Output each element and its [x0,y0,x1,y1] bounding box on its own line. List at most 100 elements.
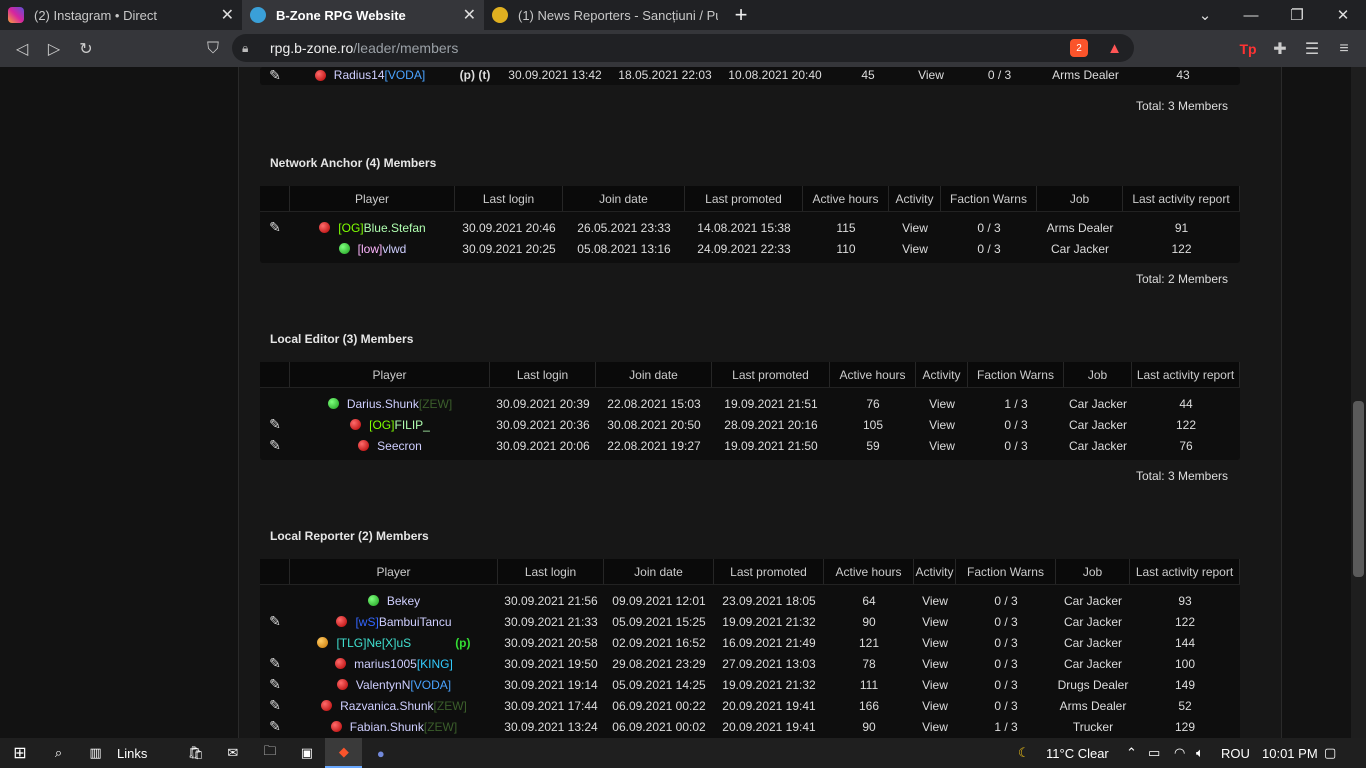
header-job[interactable]: Job [1056,559,1130,584]
header-last-activity-report[interactable]: Last activity report [1130,559,1240,584]
activity-view-link[interactable]: View [916,418,968,432]
tab-search-icon[interactable]: ⌄ [1182,0,1228,30]
edit-icon[interactable]: ✎ [260,437,290,454]
playlist-icon[interactable]: ☰ [1296,33,1328,65]
clock[interactable]: 10:01 PM [1262,746,1318,761]
tab-instagram[interactable]: (2) Instagram • Direct ✕ [0,0,242,30]
player-name[interactable]: Blue.Stefan [364,221,426,235]
header-faction-warns[interactable]: Faction Warns [956,559,1056,584]
header-faction-warns[interactable]: Faction Warns [941,186,1037,211]
reload-icon[interactable]: ↻ [70,33,102,65]
activity-view-link[interactable]: View [914,720,956,734]
close-icon[interactable]: ✕ [463,5,476,25]
links-toolbar[interactable]: Links [117,746,147,761]
player-name[interactable]: FILIP_ [394,418,429,432]
language-indicator[interactable]: ROU [1221,746,1250,761]
extensions-icon[interactable]: ✚ [1264,33,1296,65]
header-job[interactable]: Job [1064,362,1132,387]
player-name[interactable]: Seecron [377,439,422,453]
player-name[interactable]: Razvanica.Shunk [340,699,433,713]
close-window-icon[interactable]: ✕ [1320,0,1366,30]
extension-tp-icon[interactable]: Tp [1232,33,1264,65]
discord-icon[interactable]: ● [362,738,399,768]
edit-icon[interactable]: ✎ [260,655,290,672]
scroll-thumb[interactable] [1353,401,1364,577]
volume-icon[interactable]: 🔈︎ [1196,745,1204,761]
header-join-date[interactable]: Join date [604,559,714,584]
brave-rewards-icon[interactable]: ▲ [1107,40,1122,57]
store-icon[interactable]: 🛍︎ [177,738,214,768]
activity-view-link[interactable]: View [889,242,941,256]
tray-chevron-icon[interactable]: ⌃ [1126,745,1137,761]
player-name[interactable]: Darius.Shunk [347,397,419,411]
activity-view-link[interactable]: View [914,636,956,650]
edit-icon[interactable]: ✎ [260,613,290,630]
header-faction-warns[interactable]: Faction Warns [968,362,1064,387]
search-icon[interactable]: ⌕ [40,738,77,768]
header-activity[interactable]: Activity [889,186,941,211]
bookmark-icon[interactable]: ⛉ [197,33,229,65]
back-icon[interactable]: ◁ [6,33,38,65]
header-last-activity-report[interactable]: Last activity report [1132,362,1240,387]
activity-view-link[interactable]: View [889,221,941,235]
activity-view-link[interactable]: View [914,657,956,671]
header-last-login[interactable]: Last login [490,362,596,387]
player-name[interactable]: Ne[X]uS [366,636,411,650]
activity-view-link[interactable]: View [916,439,968,453]
activity-view-link[interactable]: View [916,397,968,411]
file-explorer-icon[interactable]: 🗀 [251,738,288,768]
header-player[interactable]: Player [290,559,498,584]
activity-view-link[interactable]: View [914,615,956,629]
header-job[interactable]: Job [1037,186,1123,211]
activity-view-link[interactable]: View [914,699,956,713]
minimize-icon[interactable]: — [1228,0,1274,30]
activity-view-link[interactable]: View [914,678,956,692]
header-active-hours[interactable]: Active hours [830,362,916,387]
edit-icon[interactable]: ✎ [260,219,290,236]
edit-icon[interactable]: ✎ [260,416,290,433]
player-name[interactable]: Bekey [387,594,420,608]
wifi-icon[interactable]: ◠ [1174,745,1185,761]
header-last-login[interactable]: Last login [455,186,563,211]
player-name[interactable]: marius1005 [354,657,417,671]
header-last-login[interactable]: Last login [498,559,604,584]
notifications-icon[interactable]: ▢ [1324,745,1336,761]
header-player[interactable]: Player [290,186,455,211]
page-scrollbar[interactable] [1351,67,1366,738]
activity-view-link[interactable]: View [914,594,956,608]
player-name[interactable]: ValentynN [356,678,410,692]
maximize-icon[interactable]: ❐ [1274,0,1320,30]
address-bar[interactable]: 🔒︎ rpg.b-zone.ro/leader/members 2 ▲ [232,34,1134,62]
header-last-promoted[interactable]: Last promoted [685,186,803,211]
tab-bzone[interactable]: B-Zone RPG Website ✕ [242,0,484,30]
edit-icon[interactable]: ✎ [260,676,290,693]
edit-icon[interactable]: ✎ [260,718,290,735]
header-last-promoted[interactable]: Last promoted [714,559,824,584]
weather-text[interactable]: 11°C Clear [1046,746,1109,761]
tab-news-reporters[interactable]: (1) News Reporters - Sancțiuni / Punish [484,0,726,30]
activity-view-link[interactable]: View [906,68,956,82]
player-name[interactable]: BambuiTancu [379,615,452,629]
brave-shield-icon[interactable]: 2 [1070,39,1088,57]
header-activity[interactable]: Activity [914,559,956,584]
edit-icon[interactable]: ✎ [260,697,290,714]
menu-icon[interactable]: ≡ [1328,33,1360,65]
game-icon[interactable]: ▣ [288,738,325,768]
close-icon[interactable]: ✕ [221,5,234,25]
player-name[interactable]: vlwd [382,242,406,256]
header-last-activity-report[interactable]: Last activity report [1123,186,1240,211]
header-activity[interactable]: Activity [916,362,968,387]
header-last-promoted[interactable]: Last promoted [712,362,830,387]
header-join-date[interactable]: Join date [563,186,685,211]
player-name[interactable]: Fabian.Shunk [350,720,424,734]
battery-icon[interactable]: ▭ [1148,745,1160,761]
player-name[interactable]: Radius14 [334,68,385,82]
edit-icon[interactable]: ✎ [260,67,290,84]
header-player[interactable]: Player [290,362,490,387]
forward-icon[interactable]: ▷ [38,33,70,65]
task-view-icon[interactable]: ▥ [77,738,114,768]
new-tab-button[interactable]: + [726,0,756,30]
header-active-hours[interactable]: Active hours [803,186,889,211]
header-active-hours[interactable]: Active hours [824,559,914,584]
header-join-date[interactable]: Join date [596,362,712,387]
